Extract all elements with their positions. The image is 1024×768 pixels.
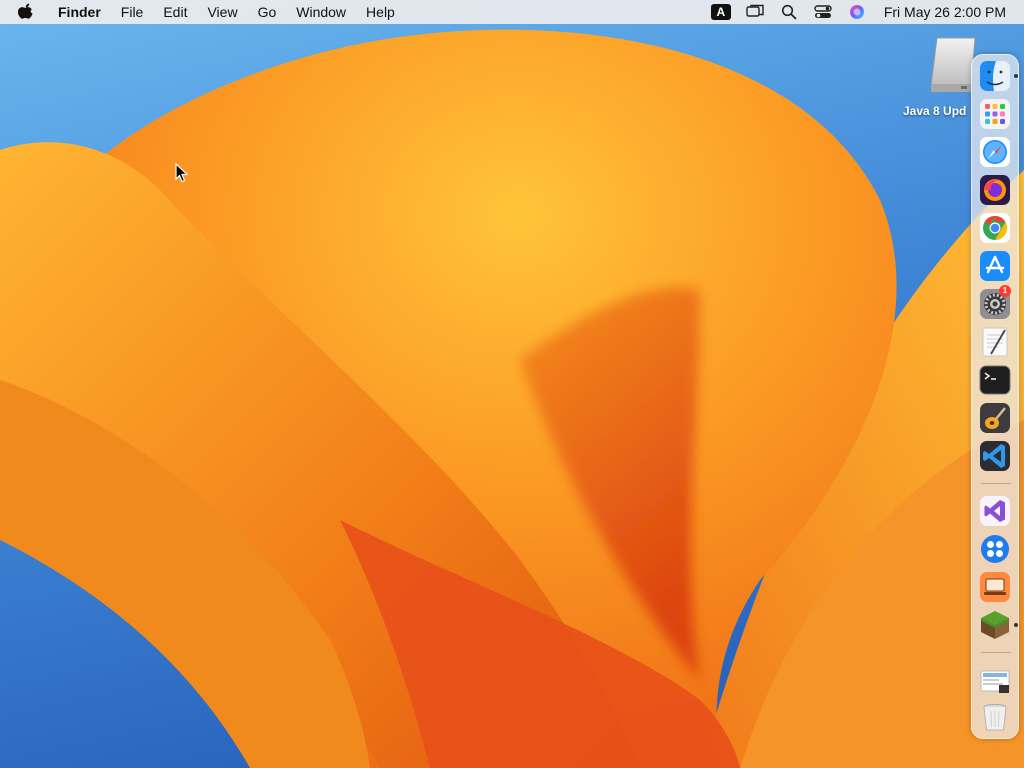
finder-running-indicator — [1014, 74, 1018, 78]
menu-go[interactable]: Go — [248, 0, 287, 24]
safari-icon[interactable] — [979, 136, 1011, 168]
firefox-icon[interactable] — [979, 174, 1011, 206]
app-icon[interactable] — [979, 533, 1011, 565]
menu-bar: Finder File Edit View Go Window Help A F… — [0, 0, 1024, 24]
vscode-icon[interactable] — [979, 440, 1011, 472]
mouse-cursor-icon — [175, 163, 189, 183]
chrome-icon[interactable] — [979, 212, 1011, 244]
dock-separator — [981, 483, 1011, 484]
garageband-icon[interactable] — [979, 402, 1011, 434]
control-center-icon[interactable] — [806, 0, 840, 24]
input-source-icon[interactable]: A — [704, 0, 738, 24]
screen-mirroring-icon[interactable] — [738, 0, 772, 24]
menu-bar-status-area: A Fri May 26 2:00 PM — [704, 0, 1024, 24]
menu-view[interactable]: View — [197, 0, 247, 24]
trash-icon[interactable] — [979, 701, 1011, 733]
desktop[interactable]: Finder File Edit View Go Window Help A F… — [0, 0, 1024, 768]
siri-icon[interactable] — [840, 0, 874, 24]
terminal-icon[interactable] — [979, 364, 1011, 396]
menu-bar-clock[interactable]: Fri May 26 2:00 PM — [874, 4, 1024, 20]
app-store-icon[interactable] — [979, 250, 1011, 282]
launchpad-icon[interactable] — [979, 98, 1011, 130]
system-settings-badge: 1 — [999, 285, 1011, 297]
input-source-label: A — [710, 4, 731, 20]
menu-app-name[interactable]: Finder — [50, 0, 111, 24]
minecraft-icon[interactable] — [979, 609, 1011, 641]
visual-studio-icon[interactable] — [979, 495, 1011, 527]
presenter-icon[interactable] — [979, 571, 1011, 603]
downloads-stack-icon[interactable] — [979, 665, 1011, 697]
wallpaper — [0, 0, 1024, 768]
menu-file[interactable]: File — [111, 0, 154, 24]
dock: 1 — [971, 54, 1019, 739]
menu-help[interactable]: Help — [356, 0, 405, 24]
textedit-icon[interactable] — [979, 326, 1011, 358]
spotlight-icon[interactable] — [772, 0, 806, 24]
menu-window[interactable]: Window — [286, 0, 356, 24]
menu-edit[interactable]: Edit — [153, 0, 197, 24]
finder-icon[interactable] — [979, 60, 1011, 92]
apple-menu-icon[interactable] — [18, 3, 34, 21]
minecraft-running-indicator — [1014, 623, 1018, 627]
dock-separator — [981, 652, 1011, 653]
